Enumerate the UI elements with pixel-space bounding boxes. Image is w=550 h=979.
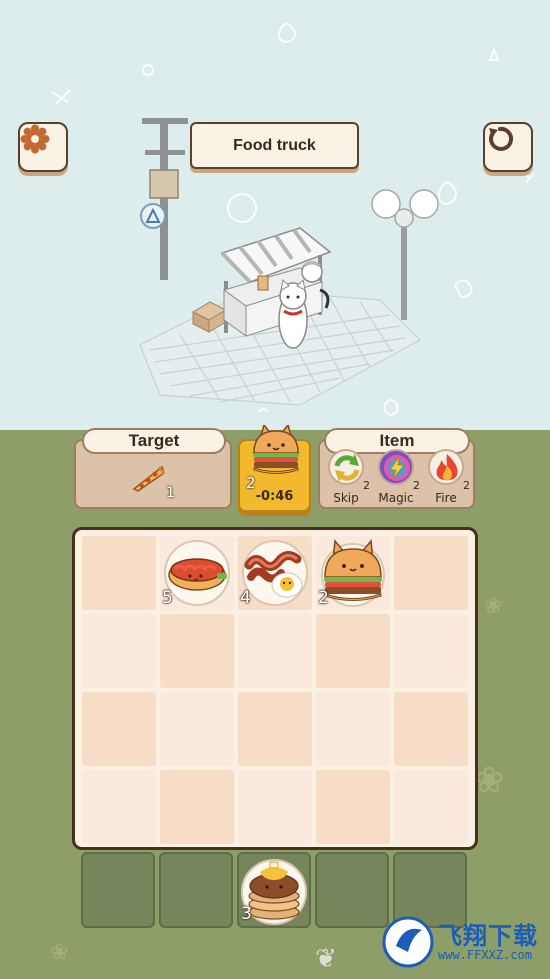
gear-icon [20,124,50,154]
tray-slot[interactable]: 3 [237,852,311,928]
leaf-icon: ❦ [315,944,337,974]
restart-button[interactable] [483,122,533,172]
fire-item-button[interactable]: 2 Fire [424,447,470,507]
pancakes-count: 3 [241,904,252,924]
board-cell[interactable] [238,692,312,766]
timer-countdown: -0:46 [255,489,294,504]
board-cell[interactable] [82,536,156,610]
board-cell[interactable] [394,770,468,844]
board-cell[interactable] [238,770,312,844]
board-cell[interactable] [316,770,390,844]
paw-print-icon: ❀ [484,594,503,619]
pizza-icon [132,465,165,492]
game-board: 5 4 2 [72,527,478,850]
watermark-logo-icon [382,916,434,968]
board-cell[interactable] [160,770,234,844]
magic-label: Magic [378,491,414,505]
board-cell[interactable]: 2 [316,536,390,610]
board-cell[interactable] [316,614,390,688]
tray-slot[interactable] [315,852,389,928]
board-cell[interactable] [238,614,312,688]
board-cell[interactable] [394,692,468,766]
board-cell[interactable] [82,692,156,766]
watermark-title: 飞翔下载 [438,922,538,950]
restart-icon [489,126,513,151]
skip-label: Skip [333,491,359,505]
tray-slot[interactable] [81,852,155,928]
board-cell[interactable] [394,536,468,610]
cat-burger-plate [321,539,385,607]
tray-slot[interactable] [159,852,233,928]
target-panel: Target 1 [74,428,232,509]
bacon-and-egg-count: 4 [240,588,251,608]
bacon-and-egg-plate [242,540,308,606]
skip-item-button[interactable]: 2 Skip [324,447,370,507]
scene: Food truck [0,0,550,430]
target-label: Target [82,428,226,454]
board-cell[interactable] [316,692,390,766]
paw-print-icon: ❀ [50,940,69,965]
magic-bolt-icon [384,455,410,481]
magic-item-button[interactable]: 2 Magic [374,447,420,507]
fire-label: Fire [435,491,457,505]
skip-arrows-icon [334,454,360,482]
board-cell[interactable] [82,614,156,688]
board-cell[interactable]: 4 [238,536,312,610]
food-truck-scene-illustration [51,23,535,417]
board-cell[interactable] [82,770,156,844]
settings-button[interactable] [18,122,68,172]
board-cell[interactable] [394,614,468,688]
watermark: 飞翔下载 www.FFXXZ.com [382,914,542,972]
board-cell[interactable]: 5 [160,536,234,610]
target-count: 1 [166,485,175,501]
fire-icon [436,454,458,481]
board-cell[interactable] [160,692,234,766]
cat-burger-count: 2 [318,588,329,608]
cat-burger-icon [253,425,299,474]
board-cell[interactable] [160,614,234,688]
hotdog-plate [164,540,230,606]
hotdog-count: 5 [162,588,173,608]
level-title: Food truck [190,122,359,169]
order-timer: 2 -0:46 [238,425,311,512]
paw-print-icon: ❀ [474,760,505,801]
watermark-url: www.FFXXZ.com [438,948,532,962]
item-panel: Item 2 Skip 2 Magic 2 Fire [318,428,475,509]
